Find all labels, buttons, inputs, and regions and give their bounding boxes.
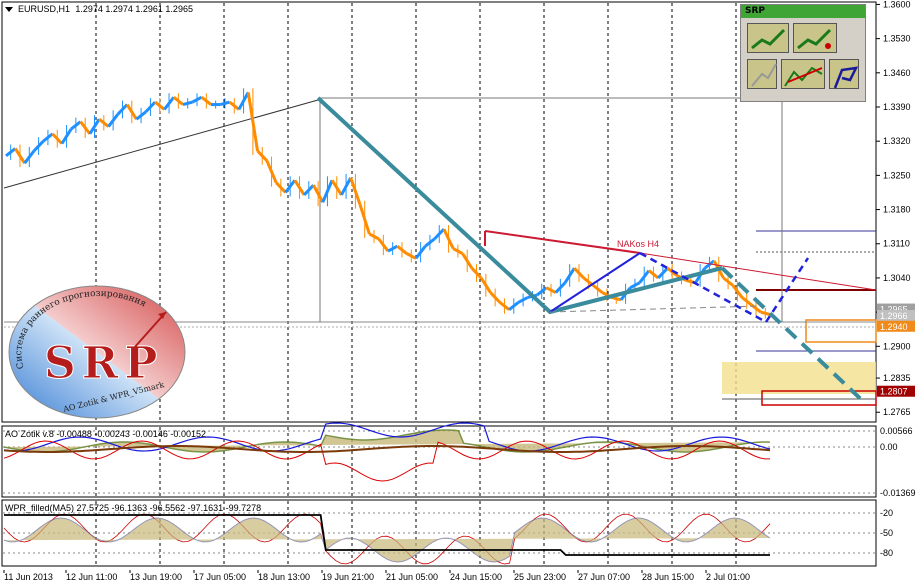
y-tick-label: 1.3110	[883, 239, 910, 249]
y-tick-label: 1.2835	[883, 373, 911, 383]
y-tick-label: 1.3250	[883, 170, 911, 180]
srp-tool-panel: SRP	[740, 4, 866, 102]
y-tick-label: 1.3040	[883, 273, 911, 283]
x-tick-label: 12 Jun 11:00	[66, 572, 117, 582]
x-tick-label: 11 Jun 2013	[4, 572, 53, 582]
ind2-level-label: -80	[880, 548, 893, 558]
y-tick-label: 1.3390	[883, 102, 911, 112]
y-tick-label: 1.3320	[883, 136, 911, 146]
y-tick-label: 1.2765	[883, 407, 911, 417]
x-tick-label: 18 Jun 13:00	[258, 572, 310, 582]
indicator2-label: WPR_filled(MA5) 27.5725 -96.1363 -96.556…	[5, 503, 261, 513]
trend-up-mark-icon	[797, 28, 832, 50]
zigzag-button[interactable]	[781, 59, 825, 89]
x-tick-label: 21 Jun 05:00	[386, 572, 438, 582]
chart-symbol-label: EURUSD,H1 1.2974 1.2974 1.2961 1.2965	[18, 4, 193, 14]
trend-gray-button[interactable]	[747, 59, 777, 89]
y-tick-label: 1.3600	[883, 0, 911, 9]
pennant-icon	[833, 66, 859, 89]
logo-big-text: SRP	[44, 338, 163, 389]
price-label: 1.2807	[880, 387, 908, 397]
ind2-level-label: -20	[880, 508, 893, 518]
srp-logo: Система раннего прогнозирования SRP AO Z…	[8, 285, 186, 419]
trend-up-button[interactable]	[747, 23, 789, 53]
trend-up-icon	[751, 28, 786, 50]
ind1-level-label: 0.00	[880, 442, 898, 452]
x-axis: 11 Jun 2013 12 Jun 11:00 13 Jun 19:00 17 Ju…	[3, 570, 750, 582]
x-tick-label: 24 Jun 15:00	[450, 572, 502, 582]
nakos-label: NAKos H4	[617, 239, 659, 249]
trend-gray-icon	[751, 63, 777, 87]
price-label: 1.2966	[880, 311, 908, 321]
x-tick-label: 28 Jun 15:00	[642, 572, 694, 582]
x-tick-label: 25 Jun 23:00	[514, 572, 566, 582]
x-tick-label: 13 Jun 19:00	[130, 572, 182, 582]
srp-panel-title: SRP	[741, 5, 865, 18]
x-tick-label: 2 Jul 01:00	[706, 572, 750, 582]
y-axis: 1.3600 1.3530 1.3460 1.3390 1.3320 1.3250 1.31…	[876, 0, 915, 417]
y-tick-label: 1.2900	[883, 341, 911, 351]
y-tick-label: 1.3530	[883, 34, 911, 44]
trend-up-mark-button[interactable]	[793, 23, 837, 53]
indicator1-label: AO Zotik v.8 -0.00488 -0.00243 -0.00146 …	[5, 429, 206, 439]
zigzag-red-icon	[784, 66, 823, 87]
ind1-level-label: 0.00566	[880, 426, 913, 436]
price-label: 1.2940	[880, 322, 908, 332]
x-tick-label: 19 Jun 21:00	[322, 572, 374, 582]
pennant-button[interactable]	[829, 59, 859, 89]
x-tick-label: 27 Jun 07:00	[578, 572, 630, 582]
x-tick-label: 17 Jun 05:00	[194, 572, 246, 582]
ind2-level-label: -50	[880, 528, 893, 538]
y-tick-label: 1.3460	[883, 68, 911, 78]
ind1-level-label: -0.01369	[880, 488, 916, 498]
y-tick-label: 1.3180	[883, 205, 911, 215]
